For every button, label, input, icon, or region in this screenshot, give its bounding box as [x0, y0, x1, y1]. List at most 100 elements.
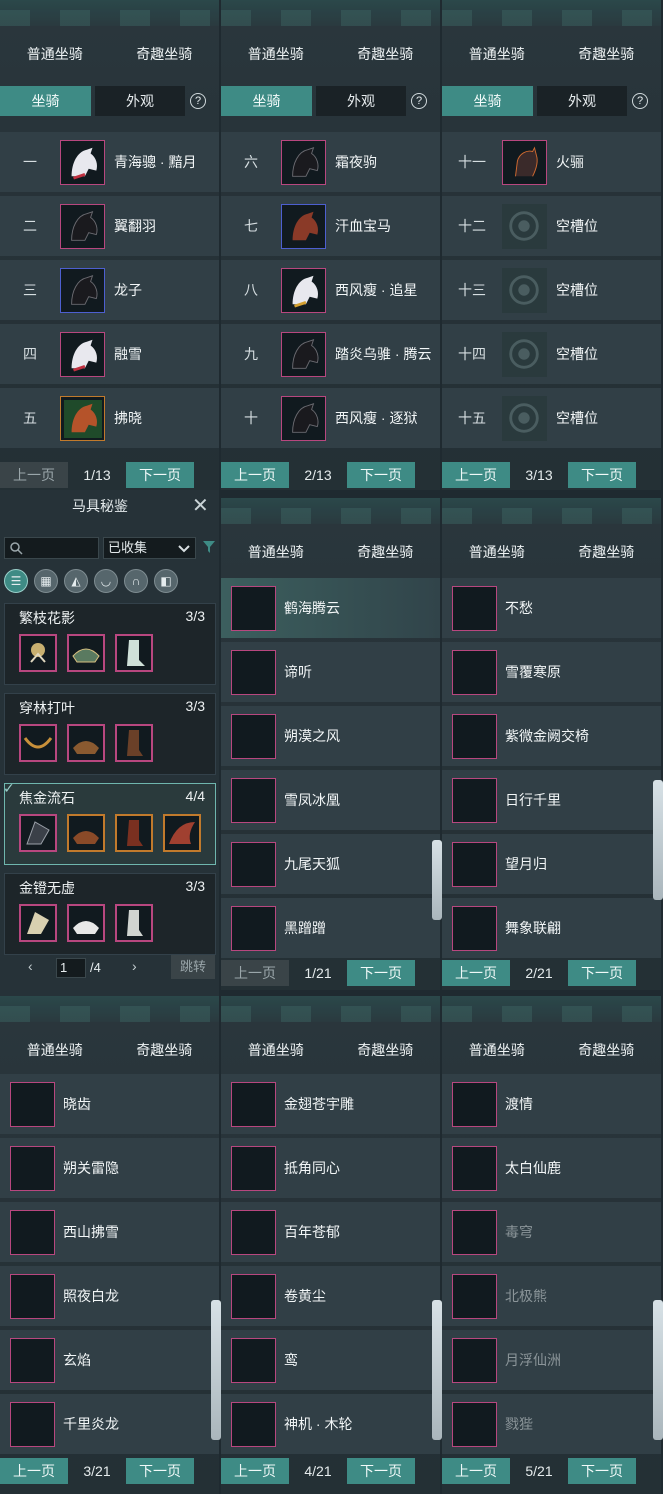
fun-mount-row[interactable]: 照夜白龙: [0, 1266, 219, 1326]
mount-slot-row[interactable]: 五 拂晓: [0, 388, 219, 448]
next-page-button[interactable]: 下一页: [347, 462, 415, 488]
grid-icon[interactable]: ▦: [34, 569, 58, 593]
next-page-button[interactable]: 下一页: [126, 1458, 194, 1484]
fun-mount-row[interactable]: 望月归: [442, 834, 661, 894]
tab-normal-mounts[interactable]: 普通坐骑: [442, 40, 552, 68]
fun-mount-row[interactable]: 太白仙鹿: [442, 1138, 661, 1198]
next-page-button[interactable]: 下一页: [568, 462, 636, 488]
list-all-icon[interactable]: ☰: [4, 569, 28, 593]
fun-mount-row[interactable]: 北极熊: [442, 1266, 661, 1326]
tab-fun-mounts[interactable]: 奇趣坐骑: [552, 538, 662, 566]
tab-normal-mounts[interactable]: 普通坐骑: [442, 1036, 552, 1064]
next-page-button[interactable]: 下一页: [568, 1458, 636, 1484]
mount-slot-row[interactable]: 十一 火骊: [442, 132, 661, 192]
mount-slot-row[interactable]: 十三 空槽位: [442, 260, 661, 320]
chevron-right-icon[interactable]: ›: [132, 958, 137, 974]
fun-mount-row[interactable]: 卷黄尘: [221, 1266, 440, 1326]
close-icon[interactable]: ✕: [192, 493, 209, 518]
fun-mount-row[interactable]: 戮狴: [442, 1394, 661, 1454]
fun-mount-row[interactable]: 西山拂雪: [0, 1202, 219, 1262]
subtab-appearance[interactable]: 外观: [316, 86, 406, 116]
mount-slot-row[interactable]: 二 翼翻羽: [0, 196, 219, 256]
fun-mount-row[interactable]: 九尾天狐: [221, 834, 440, 894]
mount-slot-row[interactable]: 四 融雪: [0, 324, 219, 384]
tab-fun-mounts[interactable]: 奇趣坐骑: [110, 40, 220, 68]
fun-mount-row[interactable]: 百年苍郁: [221, 1202, 440, 1262]
page-input[interactable]: 1: [56, 958, 86, 978]
fun-mount-row[interactable]: 千里炎龙: [0, 1394, 219, 1454]
tab-fun-mounts[interactable]: 奇趣坐骑: [110, 1036, 220, 1064]
fun-mount-row[interactable]: 日行千里: [442, 770, 661, 830]
prev-page-button[interactable]: 上一页: [0, 462, 68, 488]
tab-normal-mounts[interactable]: 普通坐骑: [221, 1036, 331, 1064]
armor-icon[interactable]: ◧: [154, 569, 178, 593]
fun-mount-row[interactable]: 谛听: [221, 642, 440, 702]
jump-button[interactable]: 跳转: [171, 955, 215, 979]
mount-slot-row[interactable]: 八 西风瘦 · 追星: [221, 260, 440, 320]
prev-page-button[interactable]: 上一页: [442, 462, 510, 488]
subtab-appearance[interactable]: 外观: [537, 86, 627, 116]
mount-slot-row[interactable]: 十 西风瘦 · 逐狱: [221, 388, 440, 448]
mount-slot-row[interactable]: 七 汗血宝马: [221, 196, 440, 256]
filter-icon[interactable]: [202, 540, 216, 554]
prev-page-button[interactable]: 上一页: [221, 462, 289, 488]
fun-mount-row[interactable]: 舞象联翩: [442, 898, 661, 958]
mount-slot-row[interactable]: 十五 空槽位: [442, 388, 661, 448]
fun-mount-row[interactable]: 黑蹭蹭: [221, 898, 440, 958]
help-icon[interactable]: ?: [411, 93, 427, 109]
fun-mount-row[interactable]: 紫微金阙交椅: [442, 706, 661, 766]
saddlery-set-card[interactable]: 穿林打叶 3/3: [4, 693, 216, 775]
prev-page-button[interactable]: 上一页: [0, 1458, 68, 1484]
subtab-mount[interactable]: 坐骑: [221, 86, 312, 116]
mount-slot-row[interactable]: 十二 空槽位: [442, 196, 661, 256]
prev-page-button[interactable]: 上一页: [221, 1458, 289, 1484]
tab-fun-mounts[interactable]: 奇趣坐骑: [331, 538, 441, 566]
search-input[interactable]: [4, 537, 99, 559]
subtab-mount[interactable]: 坐骑: [0, 86, 91, 116]
help-icon[interactable]: ?: [632, 93, 648, 109]
tab-normal-mounts[interactable]: 普通坐骑: [442, 538, 552, 566]
help-icon[interactable]: ?: [190, 93, 206, 109]
prev-page-button[interactable]: 上一页: [442, 960, 510, 986]
fun-mount-row[interactable]: 金翅苍宇雕: [221, 1074, 440, 1134]
saddlery-set-card-selected[interactable]: ✓ 焦金流石 4/4: [3, 780, 216, 865]
fun-mount-row[interactable]: 渡情: [442, 1074, 661, 1134]
tab-normal-mounts[interactable]: 普通坐骑: [221, 538, 331, 566]
fun-mount-row[interactable]: 不愁: [442, 578, 661, 638]
stirrup-icon[interactable]: ◡: [94, 569, 118, 593]
fun-mount-row[interactable]: 神机 · 木轮: [221, 1394, 440, 1454]
prev-page-button[interactable]: 上一页: [221, 960, 289, 986]
prev-page-button[interactable]: 上一页: [442, 1458, 510, 1484]
tab-fun-mounts[interactable]: 奇趣坐骑: [331, 1036, 441, 1064]
tab-fun-mounts[interactable]: 奇趣坐骑: [552, 40, 662, 68]
fun-mount-row[interactable]: 晓齿: [0, 1074, 219, 1134]
collected-filter-select[interactable]: 已收集: [103, 537, 196, 559]
fun-mount-row[interactable]: 朔漠之风: [221, 706, 440, 766]
mount-slot-row[interactable]: 十四 空槽位: [442, 324, 661, 384]
fun-mount-row[interactable]: 玄焰: [0, 1330, 219, 1390]
subtab-appearance[interactable]: 外观: [95, 86, 185, 116]
mount-slot-row[interactable]: 一 青海骢 · 黯月: [0, 132, 219, 192]
fun-mount-row[interactable]: 毒穹: [442, 1202, 661, 1262]
mount-slot-row[interactable]: 六 霜夜驹: [221, 132, 440, 192]
fun-mount-row[interactable]: 抵角同心: [221, 1138, 440, 1198]
fun-mount-row-selected[interactable]: 鹤海腾云: [221, 578, 440, 638]
tab-fun-mounts[interactable]: 奇趣坐骑: [552, 1036, 662, 1064]
next-page-button[interactable]: 下一页: [347, 1458, 415, 1484]
tab-normal-mounts[interactable]: 普通坐骑: [0, 40, 110, 68]
horseshoe-icon[interactable]: ∩: [124, 569, 148, 593]
tab-fun-mounts[interactable]: 奇趣坐骑: [331, 40, 441, 68]
next-page-button[interactable]: 下一页: [568, 960, 636, 986]
tab-normal-mounts[interactable]: 普通坐骑: [0, 1036, 110, 1064]
fun-mount-row[interactable]: 雪覆寒原: [442, 642, 661, 702]
tab-normal-mounts[interactable]: 普通坐骑: [221, 40, 331, 68]
fun-mount-row[interactable]: 朔关雷隐: [0, 1138, 219, 1198]
fun-mount-row[interactable]: 月浮仙洲: [442, 1330, 661, 1390]
fun-mount-row[interactable]: 雪凤冰凰: [221, 770, 440, 830]
mount-slot-row[interactable]: 九 踏炎乌骓 · 腾云: [221, 324, 440, 384]
fun-mount-row[interactable]: 鸾: [221, 1330, 440, 1390]
next-page-button[interactable]: 下一页: [347, 960, 415, 986]
next-page-button[interactable]: 下一页: [126, 462, 194, 488]
saddlery-set-card[interactable]: 繁枝花影 3/3: [4, 603, 216, 685]
saddle-icon[interactable]: ◭: [64, 569, 88, 593]
